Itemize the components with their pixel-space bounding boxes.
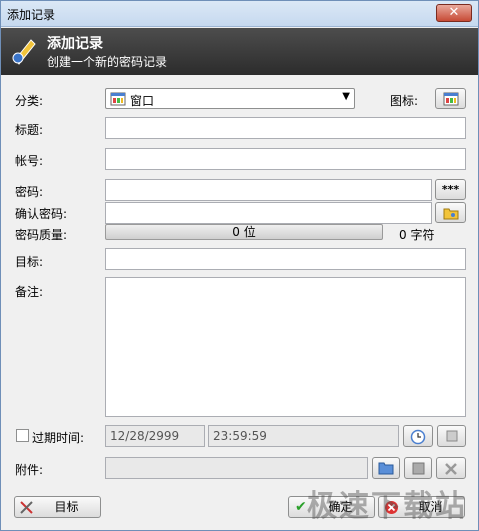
window-title: 添加记录: [7, 8, 56, 22]
close-button[interactable]: ✕: [436, 4, 472, 22]
tools-icon: [20, 501, 33, 514]
category-label: 分类:: [15, 94, 44, 108]
password-quality-bar: 0 位: [105, 224, 383, 240]
save-attachment-button[interactable]: [404, 457, 432, 479]
password-quality-chars: 0 字符: [399, 228, 435, 242]
target-input[interactable]: [105, 248, 466, 270]
confirm-password-input[interactable]: [105, 202, 432, 224]
target-button-label: 目标: [54, 500, 79, 514]
password-label: 密码:: [15, 185, 44, 199]
folder-key-icon: [443, 208, 458, 220]
notes-textarea[interactable]: [105, 277, 466, 417]
icon-picker-button[interactable]: [435, 88, 466, 109]
calendar-icon: [446, 430, 457, 442]
title-input[interactable]: [105, 117, 466, 139]
expiry-checkbox[interactable]: [16, 429, 29, 442]
folder-open-icon: [378, 462, 394, 475]
remove-attachment-button[interactable]: [436, 457, 466, 479]
clock-icon: [410, 429, 426, 445]
watermark: 极速下载站: [307, 489, 467, 524]
generate-password-button[interactable]: [435, 202, 466, 223]
save-icon: [412, 462, 424, 475]
show-password-button[interactable]: ***: [435, 179, 466, 200]
category-select[interactable]: 窗口 ▼: [105, 88, 355, 109]
attach-file-button[interactable]: [372, 457, 400, 479]
expiry-presets-button[interactable]: [403, 425, 433, 447]
banner-subtitle: 创建一个新的密码记录: [47, 55, 168, 69]
title-label: 标题:: [15, 123, 44, 137]
icon-label: 图标:: [390, 94, 419, 108]
window-icon: [110, 92, 126, 106]
notes-label: 备注:: [15, 285, 44, 299]
window-icon: [443, 92, 458, 106]
expiry-date-input[interactable]: 12/28/2999: [105, 425, 205, 447]
password-input[interactable]: [105, 179, 432, 201]
expiry-calendar-button[interactable]: [437, 425, 466, 447]
header-banner: 添加记录 创建一个新的密码记录: [1, 28, 478, 75]
chevron-down-icon: ▼: [342, 91, 350, 102]
account-label: 帐号:: [15, 154, 44, 168]
attachment-label: 附件:: [15, 463, 44, 477]
checkmark-icon: ✔: [295, 499, 307, 515]
expiry-label: 过期时间:: [32, 431, 85, 445]
key-pen-icon: [12, 39, 36, 65]
password-quality-bits: 0 位: [232, 225, 256, 239]
banner-title: 添加记录: [47, 36, 103, 52]
target-label: 目标:: [15, 255, 44, 269]
password-quality-label: 密码质量:: [15, 228, 68, 242]
title-bar: 添加记录 ✕: [1, 1, 478, 27]
account-input[interactable]: [105, 148, 466, 170]
category-value: 窗口: [130, 94, 155, 108]
confirm-password-label: 确认密码:: [15, 207, 68, 221]
expiry-time-input[interactable]: 23:59:59: [208, 425, 399, 447]
delete-icon: [445, 463, 457, 475]
add-record-dialog: 添加记录 ✕ 添加记录 创建一个新的密码记录 分类: 窗口 ▼ 图标: 标题: …: [0, 0, 479, 531]
attachment-input: [105, 457, 368, 479]
target-button[interactable]: 目标: [14, 496, 101, 518]
